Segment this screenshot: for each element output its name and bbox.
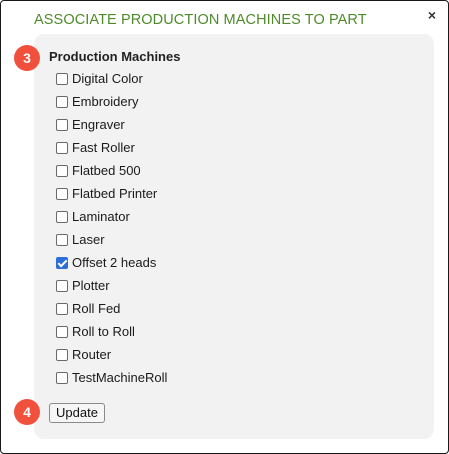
- checkbox[interactable]: [56, 141, 68, 154]
- machine-item-plotter[interactable]: Plotter: [56, 274, 167, 297]
- machine-label: Embroidery: [72, 94, 139, 109]
- update-button[interactable]: Update: [49, 403, 105, 423]
- machine-label: Engraver: [72, 117, 125, 132]
- checkbox[interactable]: [56, 210, 68, 223]
- checkbox[interactable]: [56, 302, 68, 315]
- checkbox[interactable]: [56, 279, 68, 292]
- machine-label: Roll to Roll: [72, 324, 135, 339]
- close-icon[interactable]: ×: [428, 7, 436, 23]
- checkbox[interactable]: [56, 187, 68, 200]
- machine-item-roll-fed[interactable]: Roll Fed: [56, 297, 167, 320]
- step-badge-3: 3: [14, 45, 40, 71]
- machine-label: Plotter: [72, 278, 110, 293]
- machine-item-flatbed-500[interactable]: Flatbed 500: [56, 159, 167, 182]
- machine-item-embroidery[interactable]: Embroidery: [56, 90, 167, 113]
- machine-item-router[interactable]: Router: [56, 343, 167, 366]
- machine-label: Roll Fed: [72, 301, 121, 316]
- checkbox-checked[interactable]: [56, 256, 68, 269]
- machine-label: Router: [72, 347, 112, 362]
- machine-list: Digital Color Embroidery Engraver Fast R…: [56, 67, 167, 389]
- associate-machines-dialog: ASSOCIATE PRODUCTION MACHINES TO PART × …: [0, 0, 449, 454]
- machine-item-laser[interactable]: Laser: [56, 228, 167, 251]
- machine-item-engraver[interactable]: Engraver: [56, 113, 167, 136]
- machine-label: Fast Roller: [72, 140, 135, 155]
- machine-label: TestMachineRoll: [72, 370, 168, 385]
- machine-label: Laser: [72, 232, 105, 247]
- machine-item-digital-color[interactable]: Digital Color: [56, 67, 167, 90]
- machine-label: Digital Color: [72, 71, 143, 86]
- dialog-title: ASSOCIATE PRODUCTION MACHINES TO PART: [34, 12, 367, 28]
- machine-label: Offset 2 heads: [72, 255, 157, 270]
- machine-item-offset-2-heads[interactable]: Offset 2 heads: [56, 251, 167, 274]
- machine-item-fast-roller[interactable]: Fast Roller: [56, 136, 167, 159]
- machine-item-laminator[interactable]: Laminator: [56, 205, 167, 228]
- machine-item-roll-to-roll[interactable]: Roll to Roll: [56, 320, 167, 343]
- checkbox[interactable]: [56, 118, 68, 131]
- machine-item-testmachineroll[interactable]: TestMachineRoll: [56, 366, 167, 389]
- machine-label: Laminator: [72, 209, 130, 224]
- checkbox[interactable]: [56, 325, 68, 338]
- checkbox[interactable]: [56, 233, 68, 246]
- checkbox[interactable]: [56, 72, 68, 85]
- machine-label: Flatbed 500: [72, 163, 141, 178]
- checkbox[interactable]: [56, 164, 68, 177]
- machine-item-flatbed-printer[interactable]: Flatbed Printer: [56, 182, 167, 205]
- checkbox[interactable]: [56, 371, 68, 384]
- checkbox[interactable]: [56, 95, 68, 108]
- machine-label: Flatbed Printer: [72, 186, 158, 201]
- checkbox[interactable]: [56, 348, 68, 361]
- step-badge-4: 4: [14, 399, 40, 425]
- production-machines-label: Production Machines: [49, 49, 181, 64]
